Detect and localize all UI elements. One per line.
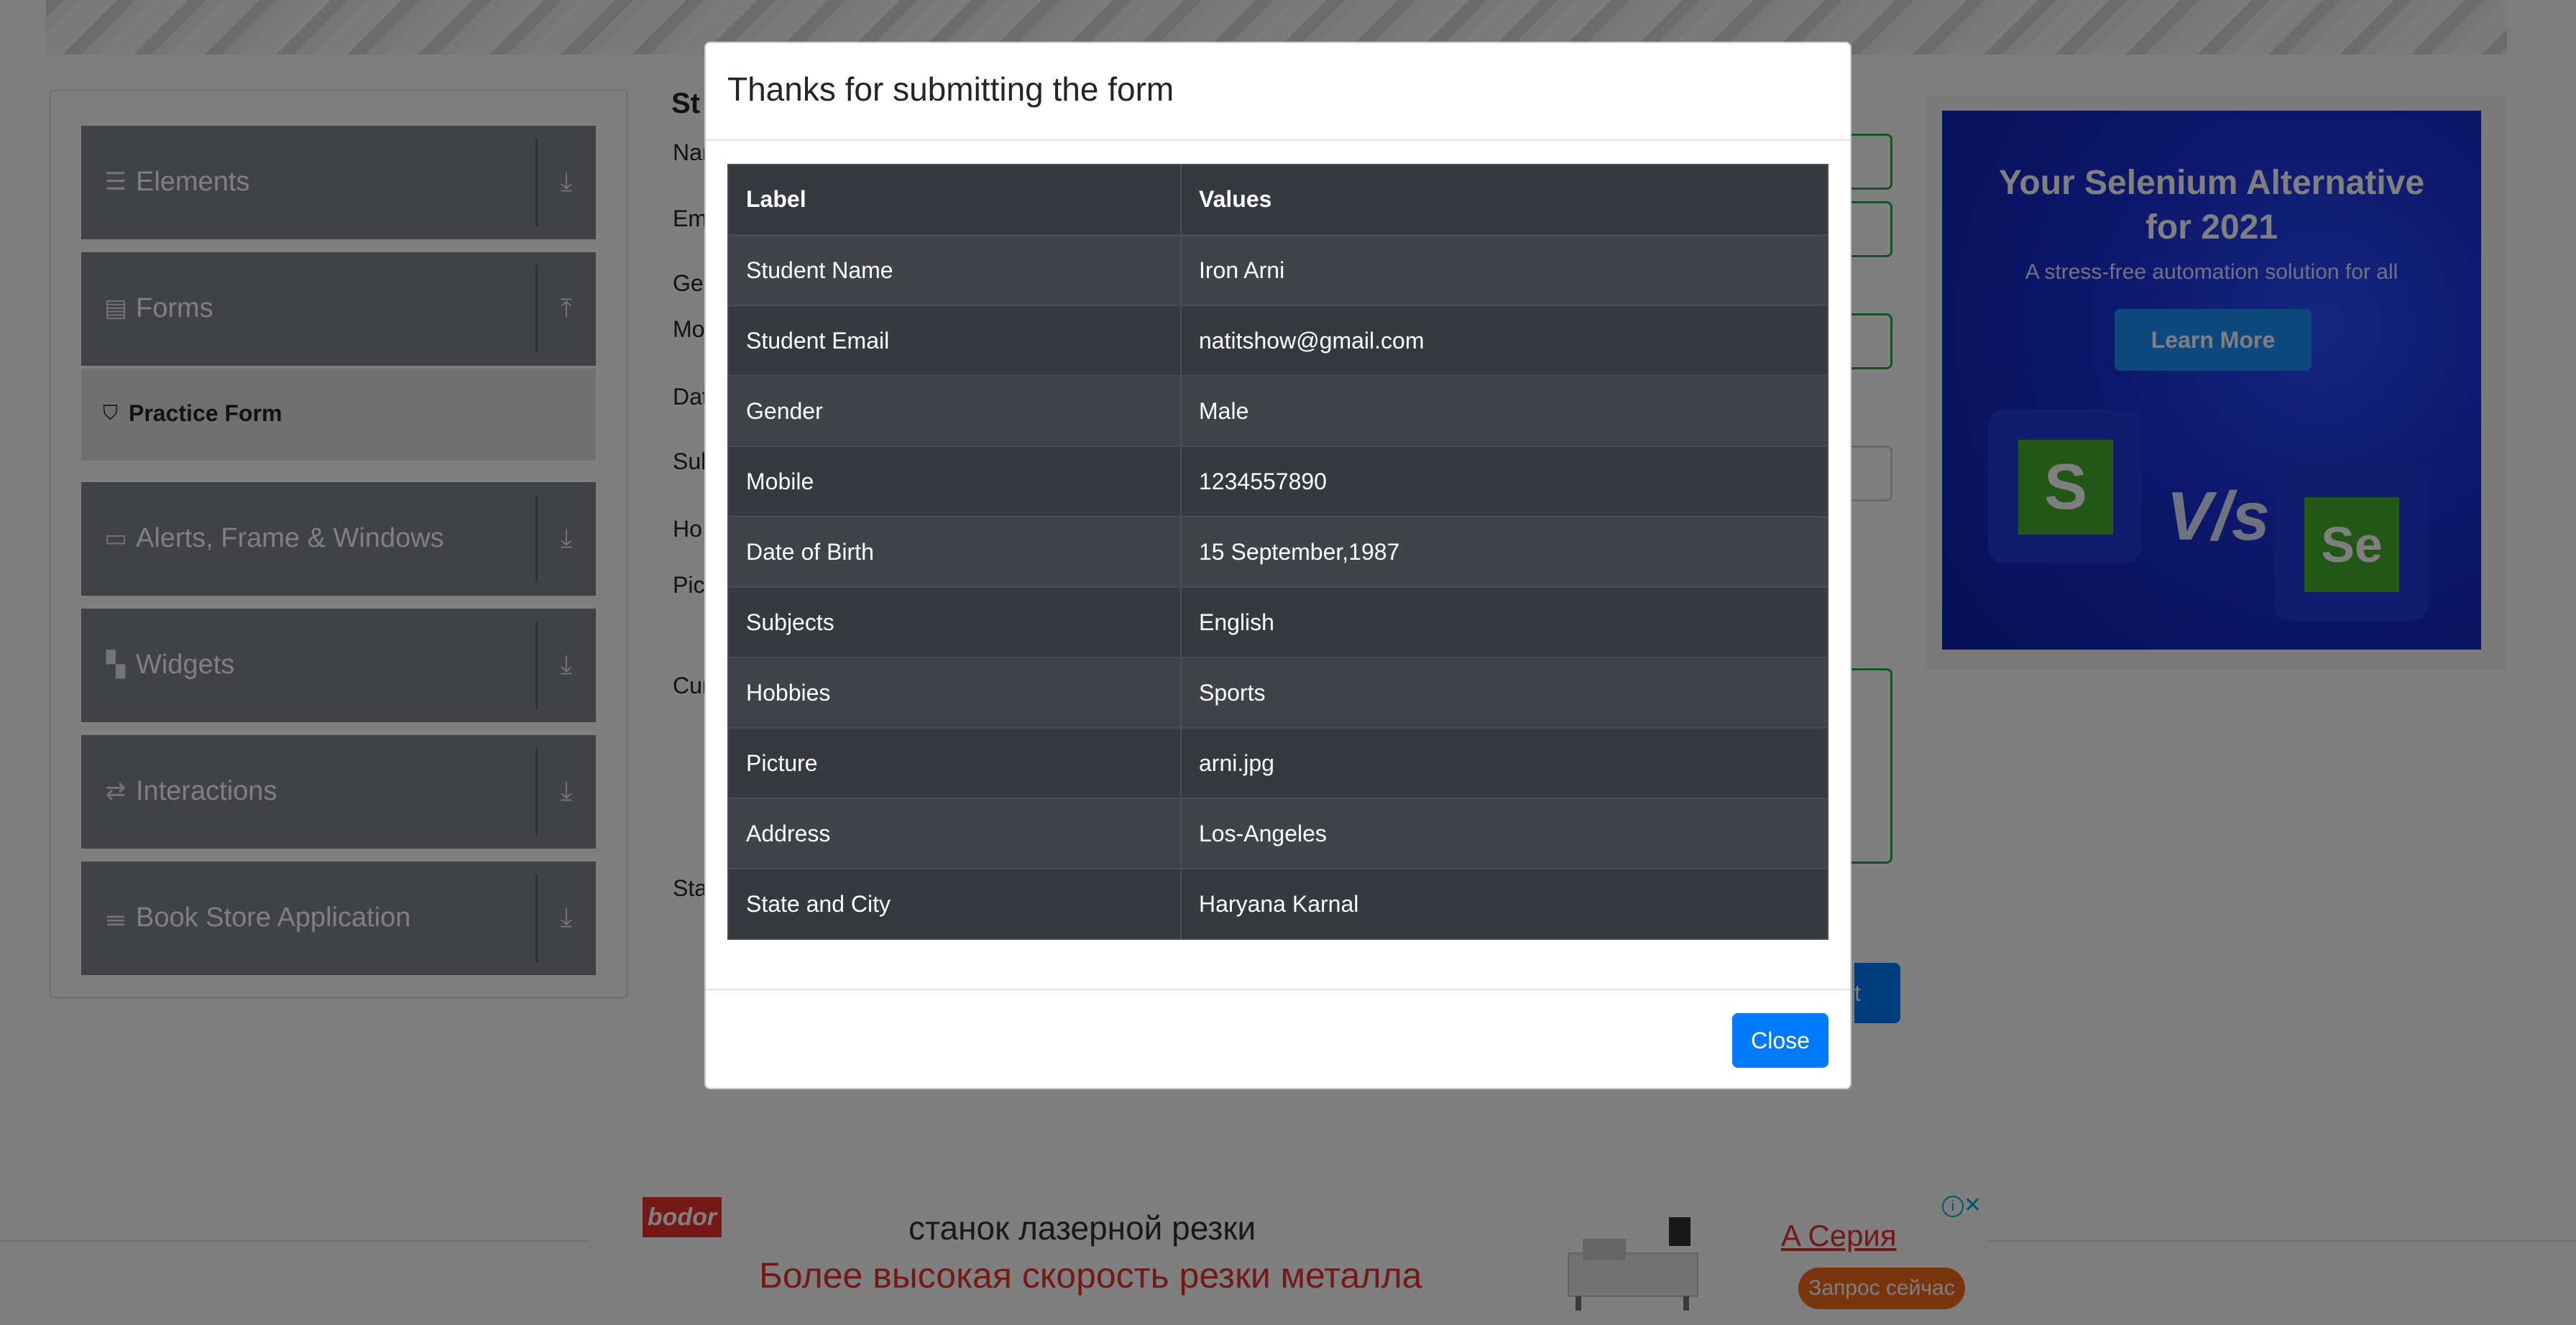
table-row: Student Email natitshow@gmail.com: [727, 305, 1828, 377]
row-value: arni.jpg: [1180, 727, 1828, 799]
row-label: Subjects: [727, 586, 1182, 658]
table-row: Date of Birth 15 September,1987: [727, 516, 1828, 588]
row-value: English: [1180, 586, 1828, 658]
row-label: State and City: [727, 868, 1182, 940]
row-value: Sports: [1180, 657, 1828, 729]
table-row: Address Los-Angeles: [727, 798, 1828, 869]
close-button[interactable]: Close: [1732, 1013, 1828, 1068]
row-value: Iron Arni: [1180, 234, 1828, 306]
row-value: Male: [1180, 375, 1828, 447]
table-row: Hobbies Sports: [727, 657, 1828, 729]
table-row: Picture arni.jpg: [727, 727, 1828, 799]
column-header: Label: [727, 164, 1182, 236]
table-row: Gender Male: [727, 375, 1828, 447]
table-header-row: Label Values: [727, 164, 1828, 236]
row-label: Student Name: [727, 234, 1182, 306]
row-label: Hobbies: [727, 657, 1182, 729]
table-row: Subjects English: [727, 586, 1828, 658]
row-value: 15 September,1987: [1180, 516, 1828, 588]
submission-modal: Thanks for submitting the form Label Val…: [704, 42, 1852, 1089]
row-label: Address: [727, 798, 1182, 869]
row-label: Student Email: [727, 305, 1182, 377]
row-label: Gender: [727, 375, 1182, 447]
modal-header: Thanks for submitting the form: [706, 43, 1850, 141]
table-row: State and City Haryana Karnal: [727, 868, 1828, 940]
row-label: Mobile: [727, 445, 1182, 517]
row-value: 1234557890: [1180, 445, 1828, 517]
row-value: natitshow@gmail.com: [1180, 305, 1828, 377]
modal-footer: Close: [706, 989, 1850, 1089]
results-table: Label Values Student Name Iron Arni Stud…: [727, 164, 1828, 940]
table-row: Mobile 1234557890: [727, 445, 1828, 517]
column-header: Values: [1180, 164, 1828, 236]
row-label: Picture: [727, 727, 1182, 799]
row-value: Haryana Karnal: [1180, 868, 1828, 940]
row-value: Los-Angeles: [1180, 798, 1828, 869]
table-row: Student Name Iron Arni: [727, 234, 1828, 306]
row-label: Date of Birth: [727, 516, 1182, 588]
modal-title: Thanks for submitting the form: [727, 70, 1174, 108]
